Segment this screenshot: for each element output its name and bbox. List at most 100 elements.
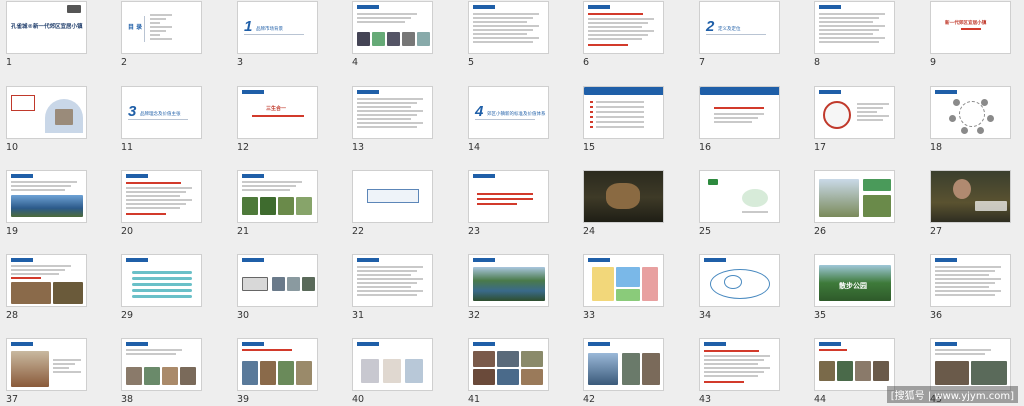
section-title: 定义及定位 <box>718 27 741 32</box>
slide-preview[interactable] <box>121 170 202 223</box>
slide-thumbnail[interactable]: 20 <box>117 170 231 251</box>
slide-preview[interactable] <box>930 254 1011 307</box>
slide-preview[interactable]: 散步公园 <box>814 254 895 307</box>
bridge-photo <box>11 195 83 217</box>
slide-preview[interactable] <box>6 86 87 139</box>
slide-preview[interactable] <box>583 1 664 54</box>
slide-thumbnail[interactable]: 三生合一 12 <box>233 86 347 167</box>
text-line <box>596 126 644 128</box>
slide-preview[interactable] <box>6 254 87 307</box>
slide-preview[interactable]: 3 品牌理念及价值主张 <box>121 86 202 139</box>
slide-preview[interactable] <box>583 170 664 223</box>
slide-preview[interactable] <box>814 338 895 391</box>
slide-preview[interactable] <box>237 170 318 223</box>
slide-preview[interactable] <box>352 338 433 391</box>
slide-thumbnail[interactable]: 19 <box>2 170 116 251</box>
slide-preview[interactable] <box>930 170 1011 223</box>
photo <box>405 359 423 383</box>
slide-thumbnail[interactable]: 31 <box>348 254 462 335</box>
slide-thumbnail[interactable]: 27 <box>926 170 1024 251</box>
slide-preview[interactable] <box>699 254 780 307</box>
text-line <box>11 269 65 271</box>
slide-thumbnail[interactable]: 孔雀城®新一代郊区宜居小镇 1 <box>2 1 116 82</box>
slide-preview[interactable] <box>930 86 1011 139</box>
slide-preview[interactable]: 目 录 <box>121 1 202 54</box>
slide-thumbnail[interactable]: 32 <box>464 254 578 335</box>
slide-preview[interactable] <box>468 254 549 307</box>
slide-preview[interactable]: 2 定义及定位 <box>699 1 780 54</box>
slide-thumbnail[interactable]: 33 <box>579 254 693 335</box>
photo <box>272 277 285 291</box>
slide-preview[interactable] <box>583 338 664 391</box>
slide-preview[interactable] <box>814 1 895 54</box>
slide-thumbnail[interactable]: 23 <box>464 170 578 251</box>
slide-preview[interactable]: 1 品牌市场背景 <box>237 1 318 54</box>
slide-thumbnail[interactable]: 30 <box>233 254 347 335</box>
text-line <box>704 359 764 361</box>
slide-thumbnail[interactable]: 17 <box>810 86 924 167</box>
slide-thumbnail[interactable]: 18 <box>926 86 1024 167</box>
slide-preview[interactable]: 三生合一 <box>237 86 318 139</box>
section-number: 3 <box>128 103 137 120</box>
slide-preview[interactable] <box>352 1 433 54</box>
slide-preview[interactable] <box>352 254 433 307</box>
slide-thumbnail[interactable]: 34 <box>695 254 809 335</box>
slide-thumbnail[interactable]: 新一代郊区宜居小镇 9 <box>926 1 1024 82</box>
slide-thumbnail[interactable]: 4 郊区小镇新的标准及价值体系 14 <box>464 86 578 167</box>
slide-preview[interactable] <box>352 86 433 139</box>
slide-preview[interactable]: 新一代郊区宜居小镇 <box>930 1 1011 54</box>
slide-thumbnail[interactable]: 28 <box>2 254 116 335</box>
slide-thumbnail[interactable]: 13 <box>348 86 462 167</box>
slide-thumbnail[interactable]: 21 <box>233 170 347 251</box>
slide-preview[interactable]: 4 郊区小镇新的标准及价值体系 <box>468 86 549 139</box>
slide-preview[interactable] <box>468 1 549 54</box>
text-line <box>714 113 764 115</box>
slide-preview[interactable] <box>814 170 895 223</box>
slide-preview[interactable] <box>352 170 433 223</box>
slide-thumbnail[interactable]: 37 <box>2 338 116 406</box>
slide-preview[interactable] <box>468 170 549 223</box>
slide-thumbnail[interactable]: 29 <box>117 254 231 335</box>
slide-preview[interactable] <box>814 86 895 139</box>
slide-thumbnail[interactable]: 25 <box>695 170 809 251</box>
slide-thumbnail[interactable]: 38 <box>117 338 231 406</box>
slide-thumbnail[interactable]: 散步公园 35 <box>810 254 924 335</box>
slide-thumbnail[interactable]: 1 品牌市场背景 3 <box>233 1 347 82</box>
slide-thumbnail[interactable]: 6 <box>579 1 693 82</box>
slide-preview[interactable] <box>699 338 780 391</box>
slide-thumbnail[interactable]: 4 <box>348 1 462 82</box>
slide-thumbnail[interactable]: 2 定义及定位 7 <box>695 1 809 82</box>
slide-thumbnail[interactable]: 16 <box>695 86 809 167</box>
slide-thumbnail[interactable]: 39 <box>233 338 347 406</box>
text-line <box>357 118 411 120</box>
slide-preview[interactable] <box>6 338 87 391</box>
slide-thumbnail[interactable]: 40 <box>348 338 462 406</box>
slide-thumbnail[interactable]: 36 <box>926 254 1024 335</box>
slide-thumbnail[interactable]: 15 <box>579 86 693 167</box>
slide-preview[interactable]: 孔雀城®新一代郊区宜居小镇 <box>6 1 87 54</box>
slide-preview[interactable] <box>583 86 664 139</box>
slide-thumbnail[interactable]: 42 <box>579 338 693 406</box>
slide-thumbnail[interactable]: 3 品牌理念及价值主张 11 <box>117 86 231 167</box>
slide-preview[interactable] <box>121 254 202 307</box>
slide-thumbnail[interactable]: 8 <box>810 1 924 82</box>
slide-preview[interactable] <box>6 170 87 223</box>
slide-preview[interactable] <box>930 338 1011 391</box>
slide-thumbnail[interactable]: 22 <box>348 170 462 251</box>
slide-thumbnail[interactable]: 目 录 2 <box>117 1 231 82</box>
slide-thumbnail[interactable]: 43 <box>695 338 809 406</box>
slide-preview[interactable] <box>699 86 780 139</box>
slide-thumbnail[interactable]: 10 <box>2 86 116 167</box>
slide-number: 31 <box>352 310 365 321</box>
slide-thumbnail[interactable]: 5 <box>464 1 578 82</box>
slide-thumbnail[interactable]: 26 <box>810 170 924 251</box>
text-line <box>11 181 77 183</box>
slide-preview[interactable] <box>237 338 318 391</box>
slide-preview[interactable] <box>699 170 780 223</box>
slide-thumbnail[interactable]: 24 <box>579 170 693 251</box>
slide-preview[interactable] <box>237 254 318 307</box>
slide-preview[interactable] <box>468 338 549 391</box>
slide-thumbnail[interactable]: 41 <box>464 338 578 406</box>
slide-preview[interactable] <box>583 254 664 307</box>
slide-preview[interactable] <box>121 338 202 391</box>
